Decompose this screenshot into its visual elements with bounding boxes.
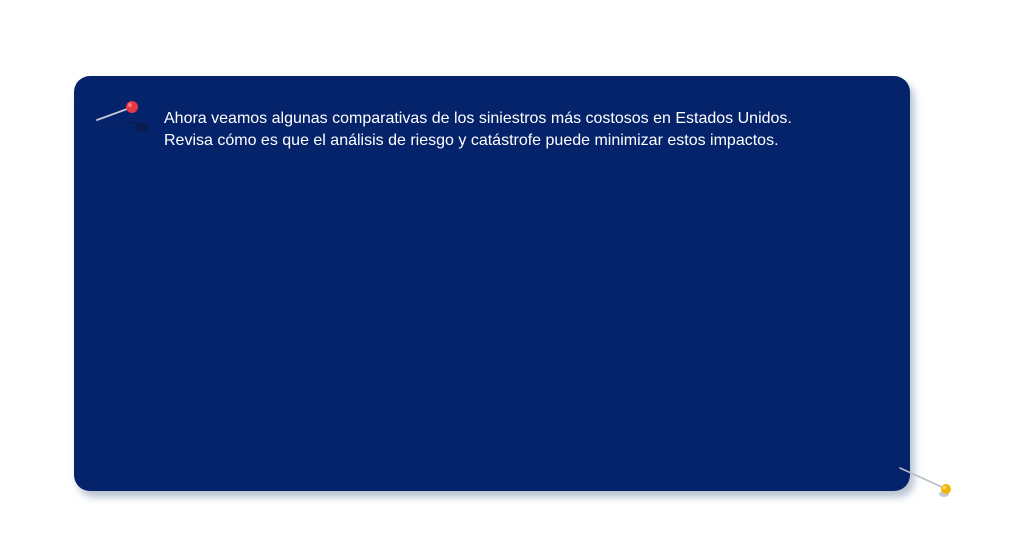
slide-stage: Ahora veamos algunas comparativas de los… xyxy=(0,0,1024,560)
needle-shadow xyxy=(123,121,141,125)
card-text-line-2: Revisa cómo es que el análisis de riesgo… xyxy=(164,132,779,149)
card-text-line-1: Ahora veamos algunas comparativas de los… xyxy=(164,110,792,127)
pin-needle xyxy=(96,107,131,121)
content-card: Ahora veamos algunas comparativas de los… xyxy=(74,76,910,491)
red-push-pin-icon xyxy=(96,101,148,132)
pin-head xyxy=(126,101,138,113)
pin-head-highlight xyxy=(128,103,132,107)
card-text: Ahora veamos algunas comparativas de los… xyxy=(164,108,884,152)
yellow-push-pin-icon xyxy=(899,467,951,497)
pin-needle xyxy=(899,467,945,489)
pin-head xyxy=(941,484,951,494)
pin-head-highlight xyxy=(942,485,947,490)
